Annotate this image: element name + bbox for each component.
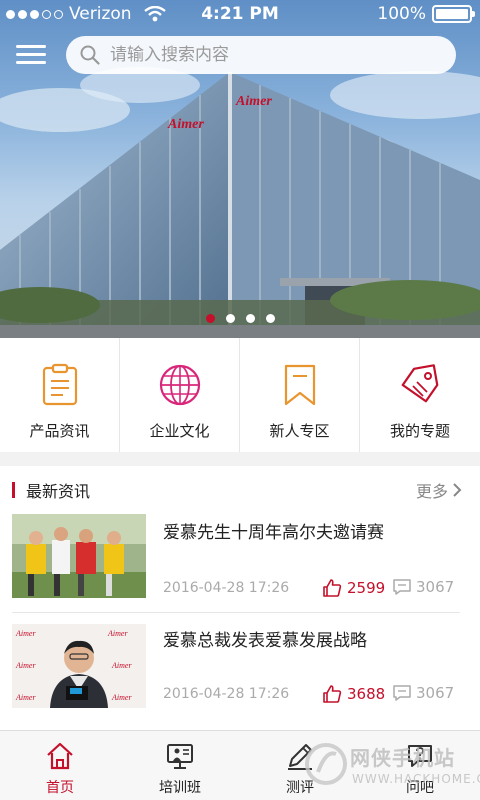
more-link[interactable]: 更多 <box>416 478 462 502</box>
news-header: 最新资讯 更多 <box>0 466 480 512</box>
menu-button[interactable] <box>16 40 46 68</box>
latest-news-section: 最新资讯 更多 爱慕先生十周年高尔夫邀请赛 2016-04-28 17:26 2… <box>0 466 480 730</box>
tab-training[interactable]: 培训班 <box>120 731 240 800</box>
search-icon <box>80 45 100 65</box>
battery-info: 100% <box>377 4 475 24</box>
news-item[interactable]: Aimer Aimer Aimer Aimer Aimer Aimer 爱慕总裁发表爱… <box>0 620 480 728</box>
category-corporate-culture[interactable]: 企业文化 <box>120 338 240 452</box>
golf-event-thumbnail <box>12 514 146 598</box>
category-my-topics[interactable]: 我的专题 <box>360 338 480 452</box>
clipboard-icon <box>42 363 77 406</box>
hero-banner[interactable]: Aimer Aimer Verizon 4:21 PM 100% <box>0 0 480 338</box>
wifi-icon <box>144 6 166 22</box>
building-sign: Aimer <box>235 94 272 109</box>
news-title: 爱慕先生十周年高尔夫邀请赛 <box>163 523 384 543</box>
svg-text:Aimer: Aimer <box>15 693 36 702</box>
category-label: 我的专题 <box>389 422 450 440</box>
tab-assessment[interactable]: 测评 <box>240 731 360 800</box>
category-newcomer-zone[interactable]: 新人专区 <box>240 338 360 452</box>
svg-text:Aimer: Aimer <box>111 661 132 670</box>
category-label: 产品资讯 <box>29 422 90 440</box>
pagination-dot[interactable] <box>205 314 215 323</box>
presentation-icon <box>167 744 193 769</box>
category-product-news[interactable]: 产品资讯 <box>0 338 120 452</box>
battery-percent: 100% <box>377 4 426 24</box>
divider <box>12 612 460 613</box>
svg-text:Aimer: Aimer <box>15 629 36 638</box>
like-count[interactable]: 2599 <box>322 578 385 598</box>
chevron-right-icon <box>453 483 462 497</box>
more-label: 更多 <box>415 482 448 501</box>
pagination-dot[interactable] <box>245 314 255 323</box>
news-date: 2016-04-28 17:26 <box>163 686 290 702</box>
news-heading: 最新资讯 <box>26 482 91 501</box>
tab-ask[interactable]: 问吧 <box>360 731 480 800</box>
pen-icon <box>288 744 312 770</box>
svg-text:Aimer: Aimer <box>107 629 128 638</box>
news-title: 爱慕总裁发表爱慕发展战略 <box>163 631 367 651</box>
comment-icon <box>393 685 411 701</box>
pagination-dot[interactable] <box>265 314 275 323</box>
pagination-dot[interactable] <box>225 314 235 323</box>
comment-number: 3067 <box>416 578 455 596</box>
bookmark-icon <box>284 364 315 406</box>
tab-label: 问吧 <box>406 780 434 796</box>
comment-icon <box>393 579 411 595</box>
app-screen: Aimer Aimer Verizon 4:21 PM 100% 请输入搜索内容… <box>0 0 480 800</box>
comment-number: 3067 <box>416 684 455 702</box>
news-date: 2016-04-28 17:26 <box>163 580 290 596</box>
news-item[interactable]: 爱慕先生十周年高尔夫邀请赛 2016-04-28 17:26 2599 3067 <box>0 512 480 620</box>
question-bubble-icon <box>408 745 432 767</box>
category-label: 新人专区 <box>269 422 330 440</box>
tab-label: 首页 <box>46 780 74 796</box>
tab-home[interactable]: 首页 <box>0 731 120 800</box>
svg-text:Aimer: Aimer <box>15 661 36 670</box>
tab-label: 测评 <box>286 780 314 796</box>
home-icon <box>47 742 73 770</box>
category-label: 企业文化 <box>149 422 210 440</box>
comment-count[interactable]: 3067 <box>392 578 454 596</box>
bottom-tab-bar: 首页 培训班 测评 问吧 <box>0 730 480 800</box>
thumbs-up-icon <box>323 579 342 597</box>
like-number: 2599 <box>347 579 386 597</box>
tab-label: 培训班 <box>159 780 201 796</box>
svg-text:Aimer: Aimer <box>111 693 132 702</box>
category-grid: 产品资讯 企业文化 新人专区 我的专题 <box>0 338 480 452</box>
banner-pagination[interactable] <box>0 314 480 323</box>
search-bar[interactable] <box>66 36 456 74</box>
search-input[interactable] <box>110 45 430 65</box>
like-count[interactable]: 3688 <box>322 684 385 704</box>
thumbs-up-icon <box>323 685 342 703</box>
building-sign: Aimer <box>167 117 204 132</box>
globe-icon <box>159 364 200 406</box>
section-marker <box>12 482 15 498</box>
status-bar: Verizon 4:21 PM 100% <box>0 0 480 30</box>
tag-icon <box>401 364 439 403</box>
battery-icon <box>432 5 475 23</box>
like-number: 3688 <box>347 685 386 703</box>
comment-count[interactable]: 3067 <box>392 684 454 702</box>
ceo-speech-thumbnail: Aimer Aimer Aimer Aimer Aimer Aimer <box>12 624 146 708</box>
